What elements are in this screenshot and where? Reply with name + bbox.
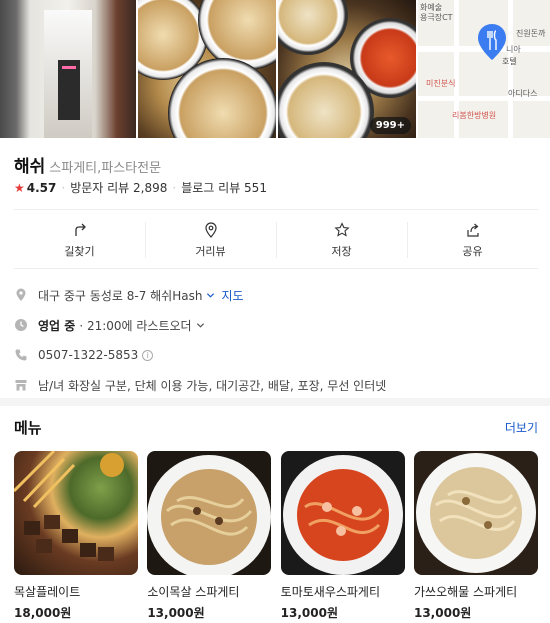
menu-item-name: 목살플레이트: [14, 585, 81, 599]
address-text: 대구 중구 동성로 8-7 해쉬Hash: [38, 288, 203, 303]
menu-title: 메뉴: [14, 419, 42, 437]
clock-icon: [15, 319, 27, 331]
section-separator: [0, 398, 550, 406]
save-button[interactable]: 저장: [276, 218, 407, 262]
menu-item[interactable]: 소이목살 스파게티 13,000원: [147, 451, 272, 621]
menu-list: 목살플레이트 18,000원 소이목살 스파게티 13,000원 토마토새우스파…: [14, 451, 538, 621]
rating-value: 4.57: [26, 180, 57, 195]
blog-reviews-link[interactable]: 블로그 리뷰 551: [181, 179, 267, 196]
directions-button[interactable]: 길찾기: [14, 218, 145, 262]
detail-rows: 대구 중구 동성로 8-7 해쉬Hash 지도 영업 중 · 21:00에 라스…: [14, 280, 538, 400]
menu-item-photo: [413, 451, 538, 575]
share-icon: [466, 223, 479, 237]
menu-item-price: 13,000원: [147, 606, 205, 620]
menu-item-photo: [280, 451, 405, 575]
menu-item[interactable]: 토마토새우스파게티 13,000원: [280, 451, 405, 621]
place-header: 해쉬 스파게티,파스타전문: [14, 152, 161, 177]
photo-dishes[interactable]: 999+: [278, 0, 416, 138]
open-status: 영업 중: [38, 318, 76, 333]
amenities-text: 남/녀 화장실 구분, 단체 이용 가능, 대기공간, 배달, 포장, 무선 인…: [38, 378, 387, 393]
map-label: 용극장CT: [420, 13, 453, 22]
photo-count-badge: 999+: [369, 117, 411, 134]
menu-item-price: 13,000원: [280, 606, 339, 620]
map-label: 아디다스: [508, 89, 538, 98]
star-outline-icon: [333, 221, 350, 237]
save-label: 저장: [331, 244, 352, 258]
amenities-row: 남/녀 화장실 구분, 단체 이용 가능, 대기공간, 배달, 포장, 무선 인…: [14, 370, 538, 400]
menu-item-name: 가쓰오해물 스파게티: [413, 585, 518, 599]
map-pin-icon: [478, 24, 506, 60]
store-icon: [15, 380, 27, 391]
map-label: 미진분식: [426, 79, 456, 88]
divider: [14, 209, 538, 210]
share-label: 공유: [462, 244, 483, 258]
menu-item-price: 18,000원: [14, 606, 72, 620]
share-button[interactable]: 공유: [407, 218, 538, 262]
review-stats: ★ 4.57 · 방문자 리뷰 2,898 · 블로그 리뷰 551: [14, 179, 267, 196]
map-link[interactable]: 지도: [221, 287, 243, 304]
menu-item[interactable]: 가쓰오해물 스파게티 13,000원: [413, 451, 538, 621]
directions-icon: [74, 223, 86, 236]
place-name: 해쉬: [14, 157, 46, 177]
map-label: 진원돈까: [516, 29, 546, 38]
action-bar: 길찾기 거리뷰 저장 공유: [14, 218, 538, 262]
hours-note: · 21:00에 라스트오더: [79, 318, 192, 333]
mini-map[interactable]: 화예술 용극장CT 니아 호텔 진원돈까 아디다스 미진분식 리봄한방병원: [418, 0, 550, 138]
phone-number[interactable]: 0507-1322-5853: [38, 348, 138, 362]
map-label: 니아: [506, 45, 521, 54]
place-category: 스파게티,파스타전문: [49, 161, 162, 176]
divider: [14, 268, 538, 269]
map-label: 리봄한방병원: [452, 111, 497, 120]
menu-more-link[interactable]: 더보기: [505, 419, 538, 436]
photo-pasta-table[interactable]: [138, 0, 276, 138]
menu-item-photo: [147, 451, 272, 575]
photo-strip[interactable]: 999+ 화예술 용극장CT 니아 호텔 진원돈까 아디다스 미진분식 리봄한방…: [0, 0, 550, 138]
address-row: 대구 중구 동성로 8-7 해쉬Hash 지도: [14, 280, 538, 310]
menu-item-photo: [14, 451, 138, 575]
location-pin-icon: [204, 221, 217, 238]
chevron-down-icon[interactable]: [206, 291, 215, 300]
chevron-down-icon[interactable]: [196, 321, 205, 330]
visitor-reviews-link[interactable]: 방문자 리뷰 2,898: [70, 179, 167, 196]
location-icon: [16, 288, 26, 301]
street-view-button[interactable]: 거리뷰: [145, 218, 276, 262]
menu-item-name: 소이목살 스파게티: [147, 585, 240, 599]
phone-row: 0507-1322-5853 i: [14, 340, 538, 370]
directions-label: 길찾기: [64, 244, 95, 258]
menu-item[interactable]: 목살플레이트 18,000원: [14, 451, 138, 621]
photo-entrance[interactable]: [0, 0, 136, 138]
info-icon[interactable]: i: [142, 349, 154, 361]
menu-item-name: 토마토새우스파게티: [280, 585, 381, 599]
star-icon: ★: [14, 180, 25, 195]
phone-icon: [15, 349, 27, 361]
menu-item-price: 13,000원: [413, 606, 472, 620]
menu-header: 메뉴 더보기: [14, 417, 538, 438]
street-view-label: 거리뷰: [195, 244, 226, 258]
hours-row[interactable]: 영업 중 · 21:00에 라스트오더: [14, 310, 538, 340]
